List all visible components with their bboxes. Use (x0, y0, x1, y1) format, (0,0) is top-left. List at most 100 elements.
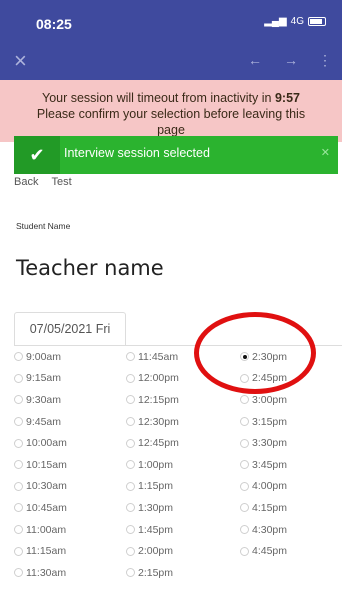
timeslot-option[interactable]: 4:30pm (240, 519, 287, 541)
timeslot-option[interactable]: 12:30pm (126, 411, 179, 433)
radio-button[interactable] (240, 417, 249, 427)
timeslot-option[interactable]: 2:00pm (126, 540, 179, 562)
timeslot-option[interactable]: 4:45pm (240, 540, 287, 562)
radio-button[interactable] (14, 503, 23, 513)
timeslot-option[interactable]: 2:15pm (126, 562, 179, 584)
timeslot-label: 1:45pm (138, 523, 174, 536)
timeslot-label: 2:30pm (252, 350, 288, 363)
tab-date[interactable]: 07/05/2021 Fri (14, 312, 126, 346)
timeslot-option[interactable]: 11:00am (14, 519, 67, 541)
timeslot-label: 11:30am (26, 566, 67, 579)
timeslot-option[interactable]: 3:00pm (240, 389, 287, 411)
back-link[interactable]: Back (14, 176, 38, 188)
radio-button[interactable] (126, 460, 135, 470)
radio-button[interactable] (14, 481, 23, 491)
success-toast: ✔ Interview session selected ✕ (14, 136, 338, 174)
radio-button[interactable] (240, 546, 249, 556)
timeslot-option[interactable]: 10:45am (14, 497, 67, 519)
timeslot-label: 10:45am (26, 501, 67, 514)
radio-button[interactable] (240, 460, 249, 470)
student-name-label: Student Name (16, 221, 71, 231)
timeslot-option[interactable]: 3:15pm (240, 411, 287, 433)
radio-button[interactable] (240, 395, 249, 405)
arrow-right-icon[interactable]: → (284, 52, 298, 68)
timeout-text: Your session will timeout from inactivit… (42, 91, 275, 105)
timeslot-label: 11:00am (26, 523, 67, 536)
radio-button[interactable] (126, 352, 135, 362)
radio-button[interactable] (240, 481, 249, 491)
radio-button[interactable] (240, 503, 249, 513)
timeslot-label: 10:30am (26, 480, 67, 493)
radio-button[interactable] (126, 373, 135, 383)
radio-button[interactable] (126, 438, 135, 448)
timeslot-label: 12:15pm (138, 393, 179, 406)
timeslot-option[interactable]: 9:00am (14, 346, 67, 368)
timeslot-label: 9:30am (26, 393, 62, 406)
timeslot-option[interactable]: 1:00pm (126, 454, 179, 476)
timeslot-label: 3:30pm (252, 437, 288, 450)
radio-button[interactable] (126, 546, 135, 556)
radio-button[interactable] (14, 373, 23, 383)
timeslot-column-1: 9:00am 9:15am 9:30am 9:45am 10:00am 10:15am 10… (14, 346, 67, 584)
timeslot-label: 2:45pm (252, 372, 288, 385)
timeslot-label: 9:15am (26, 372, 62, 385)
radio-button[interactable] (240, 352, 249, 362)
timeslot-option[interactable]: 4:00pm (240, 476, 287, 498)
radio-button[interactable] (14, 417, 23, 427)
check-icon: ✔ (14, 136, 60, 174)
radio-button[interactable] (126, 503, 135, 513)
timeslot-option[interactable]: 10:30am (14, 476, 67, 498)
arrow-left-icon[interactable]: ← (248, 52, 262, 68)
timeslot-label: 10:15am (26, 458, 67, 471)
radio-button[interactable] (126, 525, 135, 535)
radio-button[interactable] (240, 525, 249, 535)
radio-button[interactable] (14, 395, 23, 405)
radio-button[interactable] (126, 481, 135, 491)
timeslot-option[interactable]: 11:15am (14, 540, 67, 562)
radio-button[interactable] (14, 460, 23, 470)
timeslot-option[interactable]: 12:15pm (126, 389, 179, 411)
timeslot-option[interactable]: 9:15am (14, 368, 67, 390)
radio-button[interactable] (126, 568, 135, 578)
timeslot-option[interactable]: 3:30pm (240, 432, 287, 454)
close-icon[interactable]: × (14, 48, 27, 74)
timeslot-option[interactable]: 2:30pm (240, 346, 287, 368)
radio-button[interactable] (14, 525, 23, 535)
radio-button[interactable] (240, 438, 249, 448)
timeslot-label: 1:15pm (138, 480, 174, 493)
radio-button[interactable] (126, 417, 135, 427)
more-vertical-icon[interactable]: ⋮ (318, 52, 332, 69)
timeslot-label: 11:45am (138, 350, 179, 363)
timeslot-option[interactable]: 11:30am (14, 562, 67, 584)
timeslot-label: 4:00pm (252, 480, 288, 493)
radio-button[interactable] (126, 395, 135, 405)
radio-button[interactable] (14, 568, 23, 578)
nav-bar: × ← → ⋮ (0, 44, 342, 80)
timeslot-option[interactable]: 3:45pm (240, 454, 287, 476)
radio-button[interactable] (240, 373, 249, 383)
timeslot-label: 2:15pm (138, 566, 174, 579)
battery-icon (308, 17, 326, 26)
radio-button[interactable] (14, 438, 23, 448)
timeslot-label: 3:00pm (252, 393, 288, 406)
timeslot-option[interactable]: 9:30am (14, 389, 67, 411)
timeslot-option[interactable]: 1:15pm (126, 476, 179, 498)
radio-button[interactable] (14, 352, 23, 362)
timeslot-option[interactable]: 12:00pm (126, 368, 179, 390)
timeslot-column-2: 11:45am 12:00pm 12:15pm 12:30pm 12:45pm 1:00p… (126, 346, 179, 584)
timeslot-option[interactable]: 10:00am (14, 432, 67, 454)
timeslot-option[interactable]: 1:45pm (126, 519, 179, 541)
toast-close-icon[interactable]: ✕ (321, 146, 330, 159)
timeout-countdown: 9:57 (274, 91, 300, 105)
timeslot-option[interactable]: 10:15am (14, 454, 67, 476)
timeslot-option[interactable]: 4:15pm (240, 497, 287, 519)
timeslot-option[interactable]: 12:45pm (126, 432, 179, 454)
timeslot-option[interactable]: 9:45am (14, 411, 67, 433)
timeslot-option[interactable]: 1:30pm (126, 497, 179, 519)
timeslot-column-3: 2:30pm 2:45pm 3:00pm 3:15pm 3:30pm 3:45pm 4:00… (240, 346, 287, 562)
radio-button[interactable] (14, 546, 23, 556)
timeslot-label: 3:15pm (252, 415, 288, 428)
timeslot-option[interactable]: 11:45am (126, 346, 179, 368)
timeslot-label: 1:00pm (138, 458, 174, 471)
timeslot-option[interactable]: 2:45pm (240, 368, 287, 390)
